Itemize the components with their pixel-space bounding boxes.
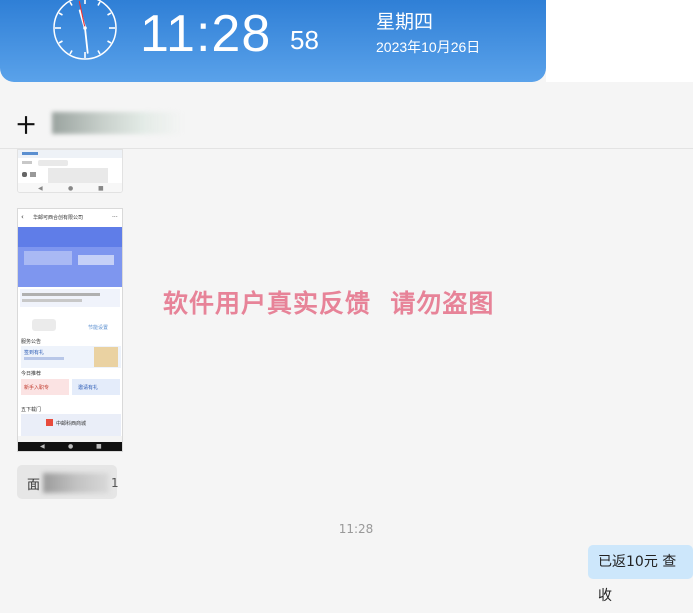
image-message-2-content: ‹ 华邮可西合创有限公司 ··· 节能设置 服务公告 签到有礼 今日推荐 新手入…	[18, 209, 122, 442]
clock-tick	[107, 12, 112, 16]
clock-time: 11:28	[140, 5, 272, 63]
clock-minute-hand	[84, 27, 89, 54]
analog-clock-icon	[53, 0, 117, 60]
shot-item-pink: 新手入职专	[24, 384, 49, 391]
shot-item-sign: 签到有礼	[24, 349, 44, 356]
shot-company: 华邮可西合创有限公司	[33, 214, 83, 221]
chat-header: 十	[0, 82, 693, 149]
clock-weekday: 星期四	[376, 11, 434, 33]
clock-tick	[58, 40, 63, 44]
nav-recent-icon: ■	[96, 443, 102, 450]
message-timestamp: 11:28	[338, 522, 374, 536]
more-icon: ···	[112, 214, 118, 221]
shot-item-help: 节能设置	[88, 324, 108, 331]
received-text-redacted	[43, 473, 109, 493]
clock-seconds: 58	[290, 25, 319, 55]
nav-home-icon: ●	[68, 185, 73, 192]
shot-section-today: 今日推荐	[21, 370, 41, 377]
watermark-text: 软件用户真实反馈 请勿盗图	[163, 289, 495, 318]
image-message-1-content: ◀ ● ■	[18, 150, 122, 192]
chat-title: 十	[17, 116, 35, 137]
back-icon: ‹	[21, 213, 24, 221]
shot-item-blue: 邀请有礼	[78, 384, 98, 391]
shot-section-more: 五下载门	[21, 406, 41, 413]
top-right-blank	[546, 0, 693, 82]
shot-section-service: 服务公告	[21, 338, 41, 345]
nav-recent-icon: ■	[98, 185, 104, 192]
image-message-1[interactable]: ◀ ● ■	[17, 149, 123, 193]
clock-tick	[69, 50, 73, 55]
clock-tick	[107, 40, 112, 44]
received-text-end: 1	[111, 476, 119, 490]
image-message-2[interactable]: ‹ 华邮可西合创有限公司 ··· 节能设置 服务公告 签到有礼 今日推荐 新手入…	[17, 208, 123, 452]
message-bubble-received[interactable]: 面 1	[17, 465, 119, 499]
clock-date: 2023年10月26日	[376, 39, 481, 55]
clock-tick	[69, 1, 73, 6]
shot-banner: 中邮科西商城	[56, 420, 86, 427]
clock-tick	[97, 1, 101, 6]
clock-tick	[58, 12, 63, 16]
received-text-start: 面	[27, 478, 41, 493]
message-bubble-sent[interactable]: 已返10元 查收	[588, 545, 693, 604]
clock-tick	[97, 50, 101, 55]
nav-back-icon: ◀	[40, 443, 45, 450]
nav-home-icon: ●	[68, 443, 74, 450]
chat-title-redacted	[52, 112, 182, 134]
clock-bar: 11:28 58 星期四 2023年10月26日	[0, 0, 546, 82]
nav-back-icon: ◀	[38, 185, 43, 192]
android-nav-bar: ◀ ● ■	[18, 442, 122, 451]
